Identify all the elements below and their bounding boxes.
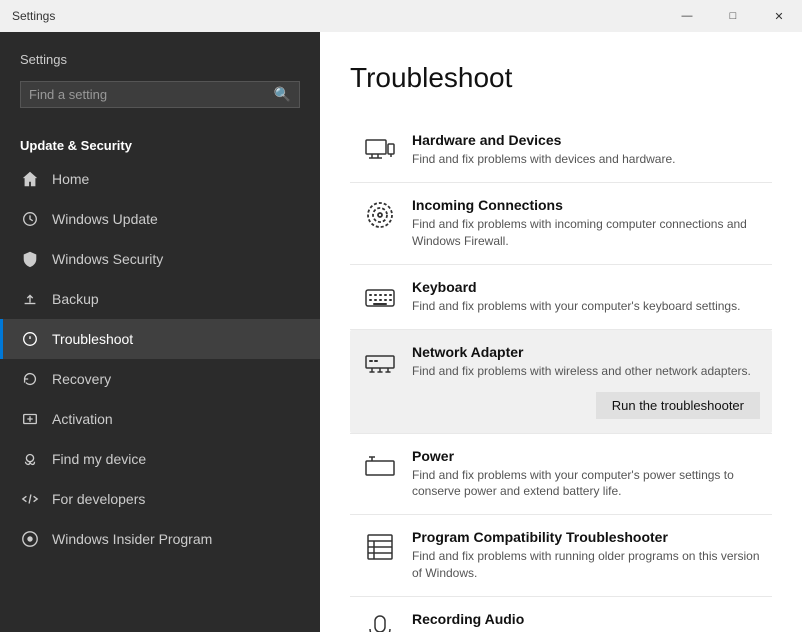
search-input[interactable] [29,87,274,102]
network-adapter-row: Network Adapter Find and fix problems wi… [362,344,760,380]
keyboard-name: Keyboard [412,279,760,295]
sidebar-item-troubleshoot-label: Troubleshoot [52,331,133,347]
title-bar-controls: — □ ✕ [664,0,802,32]
developers-icon [20,489,40,509]
minimize-button[interactable]: — [664,0,710,32]
troubleshoot-keyboard[interactable]: Keyboard Find and fix problems with your… [350,265,772,329]
sidebar-item-windows-security-label: Windows Security [52,251,163,267]
update-icon [20,209,40,229]
power-icon [362,448,398,484]
troubleshoot-program-compatibility[interactable]: Program Compatibility Troubleshooter Fin… [350,515,772,596]
incoming-connections-text: Incoming Connections Find and fix proble… [412,197,760,250]
keyboard-text: Keyboard Find and fix problems with your… [412,279,760,315]
sidebar-app-title: Settings [20,52,300,67]
close-button[interactable]: ✕ [756,0,802,32]
program-compatibility-icon [362,529,398,565]
search-icon[interactable]: 🔍 [274,86,291,103]
sidebar-item-recovery[interactable]: Recovery [0,359,320,399]
network-adapter-name: Network Adapter [412,344,760,360]
activation-icon [20,409,40,429]
sidebar-item-windows-insider-label: Windows Insider Program [52,531,212,547]
section-label: Update & Security [0,126,320,159]
sidebar-item-activation-label: Activation [52,411,113,427]
main-content: Troubleshoot Hardware and Devices Find a… [320,32,802,632]
sidebar-item-find-my-device[interactable]: Find my device [0,439,320,479]
find-device-icon [20,449,40,469]
sidebar-header: Settings 🔍 [0,32,320,126]
troubleshoot-recording-audio[interactable]: Recording Audio [350,597,772,632]
network-adapter-desc: Find and fix problems with wireless and … [412,363,760,380]
troubleshoot-power[interactable]: Power Find and fix problems with your co… [350,434,772,515]
troubleshoot-icon [20,329,40,349]
insider-icon [20,529,40,549]
sidebar-item-recovery-label: Recovery [52,371,111,387]
incoming-connections-desc: Find and fix problems with incoming comp… [412,216,760,250]
recording-audio-name: Recording Audio [412,611,760,627]
sidebar-item-windows-update-label: Windows Update [52,211,158,227]
maximize-button[interactable]: □ [710,0,756,32]
troubleshoot-hardware-devices[interactable]: Hardware and Devices Find and fix proble… [350,118,772,182]
power-text: Power Find and fix problems with your co… [412,448,760,501]
troubleshoot-incoming-connections[interactable]: Incoming Connections Find and fix proble… [350,183,772,264]
settings-window: Settings — □ ✕ Settings 🔍 Update & Secur… [0,0,802,632]
sidebar-item-activation[interactable]: Activation [0,399,320,439]
recovery-icon [20,369,40,389]
search-box[interactable]: 🔍 [20,81,300,108]
hardware-devices-icon [362,132,398,168]
backup-icon [20,289,40,309]
shield-icon [20,249,40,269]
sidebar-item-home[interactable]: Home [0,159,320,199]
content-area: Settings 🔍 Update & Security Home [0,32,802,632]
program-compatibility-desc: Find and fix problems with running older… [412,548,760,582]
program-compatibility-name: Program Compatibility Troubleshooter [412,529,760,545]
sidebar-item-backup[interactable]: Backup [0,279,320,319]
sidebar-item-backup-label: Backup [52,291,99,307]
hardware-devices-text: Hardware and Devices Find and fix proble… [412,132,760,168]
power-desc: Find and fix problems with your computer… [412,467,760,501]
incoming-connections-icon [362,197,398,233]
network-adapter-text: Network Adapter Find and fix problems wi… [412,344,760,380]
sidebar-item-for-developers-label: For developers [52,491,145,507]
sidebar-item-home-label: Home [52,171,89,187]
recording-audio-text: Recording Audio [412,611,760,630]
sidebar-item-troubleshoot[interactable]: Troubleshoot [0,319,320,359]
keyboard-icon [362,279,398,315]
sidebar: Settings 🔍 Update & Security Home [0,32,320,632]
recording-audio-icon [362,611,398,632]
incoming-connections-name: Incoming Connections [412,197,760,213]
network-adapter-icon [362,344,398,380]
sidebar-item-windows-security[interactable]: Windows Security [0,239,320,279]
sidebar-item-windows-insider[interactable]: Windows Insider Program [0,519,320,559]
troubleshoot-network-adapter[interactable]: Network Adapter Find and fix problems wi… [350,330,772,433]
window-title: Settings [12,9,55,23]
page-title: Troubleshoot [350,62,772,94]
hardware-devices-name: Hardware and Devices [412,132,760,148]
sidebar-item-find-my-device-label: Find my device [52,451,146,467]
hardware-devices-desc: Find and fix problems with devices and h… [412,151,760,168]
title-bar: Settings — □ ✕ [0,0,802,32]
home-icon [20,169,40,189]
sidebar-item-windows-update[interactable]: Windows Update [0,199,320,239]
sidebar-item-for-developers[interactable]: For developers [0,479,320,519]
run-troubleshooter-button[interactable]: Run the troubleshooter [596,392,760,419]
keyboard-desc: Find and fix problems with your computer… [412,298,760,315]
program-compatibility-text: Program Compatibility Troubleshooter Fin… [412,529,760,582]
power-name: Power [412,448,760,464]
